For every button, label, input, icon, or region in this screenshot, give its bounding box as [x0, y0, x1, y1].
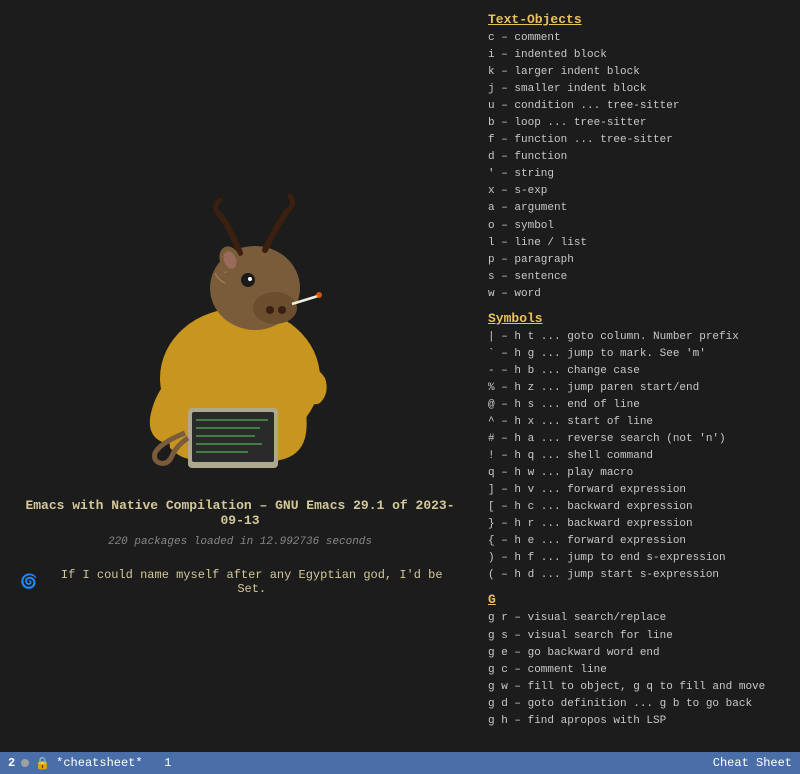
list-item: f – function ... tree-sitter	[488, 132, 792, 149]
list-item: g h – find apropos with LSP	[488, 713, 792, 730]
list-item: g c – comment line	[488, 662, 792, 679]
list-item: { – h e ... forward expression	[488, 533, 792, 550]
status-filename: *cheatsheet* 1	[56, 756, 707, 770]
list-item: j – smaller indent block	[488, 81, 792, 98]
status-bar: 2 🔒 *cheatsheet* 1 Cheat Sheet	[0, 752, 800, 774]
list-item: - – h b ... change case	[488, 363, 792, 380]
packages-info: 220 packages loaded in 12.992736 seconds	[108, 536, 372, 548]
status-lock-icon: 🔒	[35, 756, 50, 771]
list-item: [ – h c ... backward expression	[488, 499, 792, 516]
list-item: # – h a ... reverse search (not 'n')	[488, 431, 792, 448]
status-right-label: Cheat Sheet	[713, 756, 792, 770]
list-item: s – sentence	[488, 269, 792, 286]
list-item: ] – h v ... forward expression	[488, 482, 792, 499]
list-item: g w – fill to object, g q to fill and mo…	[488, 679, 792, 696]
quote-line: 🌀 If I could name myself after any Egypt…	[20, 568, 460, 596]
list-item: d – function	[488, 149, 792, 166]
list-item: g e – go backward word end	[488, 645, 792, 662]
list-item: | – h t ... goto column. Number prefix	[488, 329, 792, 346]
symbols-list: | – h t ... goto column. Number prefix` …	[488, 329, 792, 585]
quote-icon: 🌀	[20, 574, 37, 591]
list-item: g r – visual search/replace	[488, 610, 792, 627]
g-list: g r – visual search/replaceg s – visual …	[488, 610, 792, 730]
filename-text: *cheatsheet*	[56, 756, 142, 770]
g-title: G	[488, 592, 792, 607]
list-item: % – h z ... jump paren start/end	[488, 380, 792, 397]
list-item: @ – h s ... end of line	[488, 397, 792, 414]
list-item: g s – visual search for line	[488, 628, 792, 645]
right-panel[interactable]: Text-Objects c – commenti – indented blo…	[480, 0, 800, 730]
list-item: u – condition ... tree-sitter	[488, 98, 792, 115]
gnu-mascot	[100, 178, 380, 478]
text-objects-title: Text-Objects	[488, 12, 792, 27]
list-item: a – argument	[488, 200, 792, 217]
list-item: ' – string	[488, 166, 792, 183]
list-item: } – h r ... backward expression	[488, 516, 792, 533]
list-item: p – paragraph	[488, 252, 792, 269]
list-item: k – larger indent block	[488, 64, 792, 81]
list-item: i – indented block	[488, 47, 792, 64]
list-item: ( – h d ... jump start s-expression	[488, 567, 792, 584]
list-item: l – line / list	[488, 235, 792, 252]
list-item: ) – h f ... jump to end s-expression	[488, 550, 792, 567]
list-item: x – s-exp	[488, 183, 792, 200]
list-item: g d – goto definition ... g b to go back	[488, 696, 792, 713]
status-col: 1	[164, 756, 171, 770]
status-number: 2	[8, 756, 15, 770]
list-item: o – symbol	[488, 218, 792, 235]
list-item: w – word	[488, 286, 792, 303]
emacs-title: Emacs with Native Compilation – GNU Emac…	[20, 498, 460, 528]
text-objects-list: c – commenti – indented blockk – larger …	[488, 30, 792, 303]
left-panel: Emacs with Native Compilation – GNU Emac…	[0, 0, 480, 774]
status-dot	[21, 759, 29, 767]
symbols-title: Symbols	[488, 311, 792, 326]
list-item: ! – h q ... shell command	[488, 448, 792, 465]
list-item: c – comment	[488, 30, 792, 47]
list-item: ` – h g ... jump to mark. See 'm'	[488, 346, 792, 363]
list-item: q – h w ... play macro	[488, 465, 792, 482]
quote-text: If I could name myself after any Egyptia…	[43, 568, 460, 596]
list-item: b – loop ... tree-sitter	[488, 115, 792, 132]
list-item: ^ – h x ... start of line	[488, 414, 792, 431]
